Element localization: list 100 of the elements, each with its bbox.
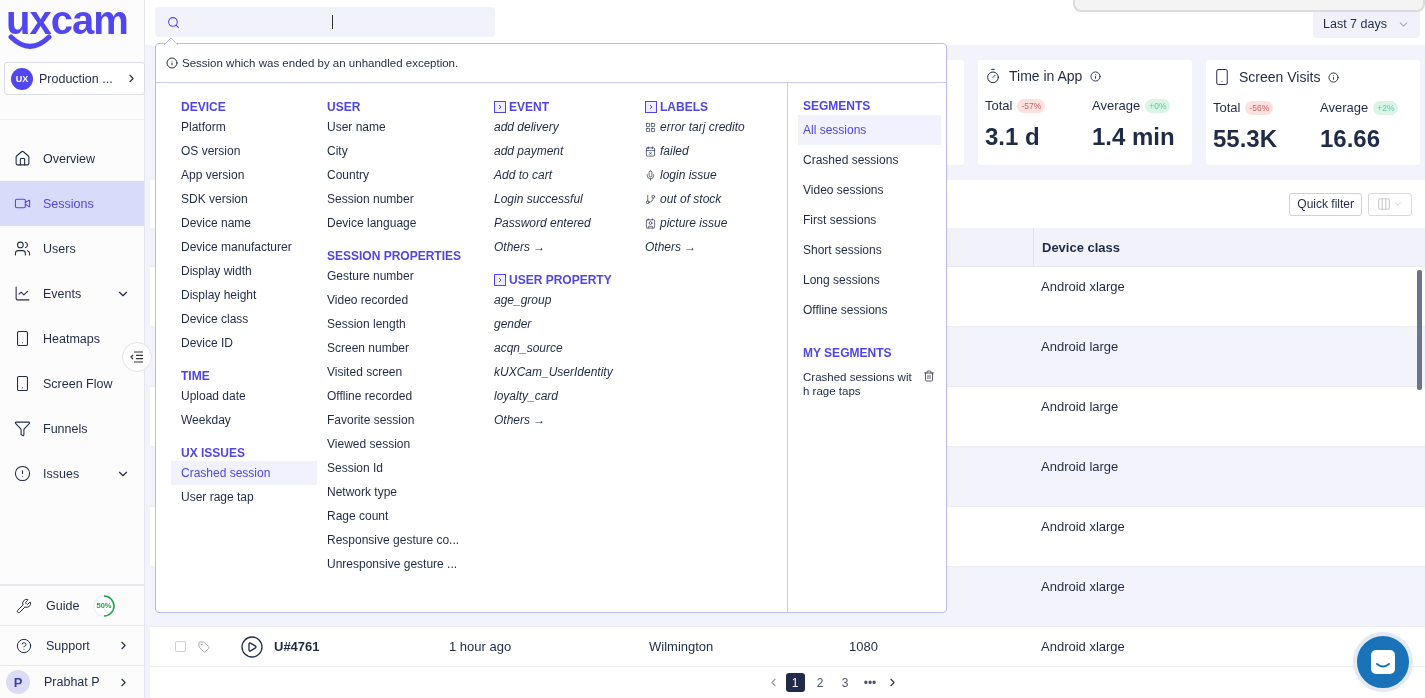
- menu-item[interactable]: Session number: [317, 187, 484, 211]
- menu-item[interactable]: Screen number: [317, 336, 484, 360]
- project-selector[interactable]: UX Production ...: [4, 62, 145, 95]
- nav-item[interactable]: Users: [0, 226, 144, 271]
- menu-item[interactable]: Video recorded: [317, 288, 484, 312]
- menu-item[interactable]: out of stock: [635, 187, 787, 211]
- menu-item[interactable]: login issue: [635, 163, 787, 187]
- guide-link[interactable]: Guide: [46, 598, 82, 613]
- menu-item[interactable]: Login successful: [484, 187, 635, 211]
- smile-icon: [8, 34, 52, 50]
- info-icon[interactable]: [1328, 71, 1340, 83]
- menu-item[interactable]: Crashed session: [171, 461, 317, 485]
- info-icon[interactable]: [1090, 70, 1102, 82]
- menu-item[interactable]: Others →: [484, 408, 635, 432]
- table-cell: U#4761: [274, 639, 320, 654]
- segment-item[interactable]: Short sessions: [798, 235, 941, 265]
- menu-item[interactable]: add delivery: [484, 115, 635, 139]
- segment-item[interactable]: Crashed sessions with rage taps: [803, 370, 917, 398]
- table-cell-text: Android large: [1040, 458, 1120, 474]
- menu-item[interactable]: Add to cart: [484, 163, 635, 187]
- menu-item[interactable]: Favorite session: [317, 408, 484, 432]
- nav-icon: [14, 420, 31, 437]
- row-checkbox[interactable]: [175, 641, 186, 652]
- nav-item[interactable]: Sessions: [0, 181, 144, 226]
- menu-item[interactable]: kUXCam_UserIdentity: [484, 360, 635, 384]
- menu-item[interactable]: Device manufacturer: [171, 235, 317, 259]
- segment-item[interactable]: Offline sessions: [798, 295, 941, 325]
- menu-item[interactable]: age_group: [484, 288, 635, 312]
- menu-item[interactable]: failed: [635, 139, 787, 163]
- menu-item[interactable]: Rage count: [317, 504, 484, 528]
- menu-item[interactable]: Platform: [171, 115, 317, 139]
- menu-item[interactable]: Display width: [171, 259, 317, 283]
- search-field[interactable]: [155, 7, 495, 37]
- page-button[interactable]: 1: [785, 673, 805, 692]
- date-range-dropdown[interactable]: Last 7 days: [1313, 10, 1420, 38]
- column-header[interactable]: Device class: [1033, 228, 1425, 266]
- menu-item[interactable]: Country: [317, 163, 484, 187]
- scrollbar-thumb[interactable]: [1417, 270, 1422, 390]
- menu-item[interactable]: add payment: [484, 139, 635, 163]
- menu-item[interactable]: User rage tap: [171, 485, 317, 509]
- page-button[interactable]: •••: [860, 673, 880, 692]
- menu-item[interactable]: gender: [484, 312, 635, 336]
- menu-item[interactable]: Responsive gesture co...: [317, 528, 484, 552]
- menu-item[interactable]: picture issue: [635, 211, 787, 235]
- info-icon: [166, 57, 178, 69]
- menu-item[interactable]: loyalty_card: [484, 384, 635, 408]
- nav-label: Screen Flow: [43, 376, 114, 391]
- segment-item[interactable]: All sessions: [798, 115, 941, 145]
- segment-item[interactable]: Long sessions: [798, 265, 941, 295]
- menu-item[interactable]: Weekday: [171, 408, 317, 432]
- page-button[interactable]: 2: [810, 673, 830, 692]
- menu-item[interactable]: error tarj credito: [635, 115, 787, 139]
- chat-icon: [1370, 649, 1396, 675]
- user-menu[interactable]: P Prabhat P: [0, 666, 144, 698]
- menu-item[interactable]: Upload date: [171, 384, 317, 408]
- menu-item[interactable]: Device ID: [171, 331, 317, 355]
- menu-item[interactable]: Others →: [484, 235, 635, 259]
- collapse-sidebar-button[interactable]: [122, 342, 152, 372]
- menu-item[interactable]: Offline recorded: [317, 384, 484, 408]
- quick-filter-button[interactable]: Quick filter: [1289, 192, 1362, 216]
- segment-item[interactable]: Crashed sessions: [798, 145, 941, 175]
- nav-item[interactable]: Heatmaps: [0, 316, 144, 361]
- nav-item[interactable]: Funnels: [0, 406, 144, 451]
- page-button[interactable]: 3: [835, 673, 855, 692]
- menu-item[interactable]: Visited screen: [317, 360, 484, 384]
- chat-button[interactable]: [1353, 632, 1413, 692]
- segment-item[interactable]: First sessions: [798, 205, 941, 235]
- logo-text: uxcam: [6, 0, 128, 40]
- menu-item[interactable]: City: [317, 139, 484, 163]
- nav-label: Issues: [43, 466, 81, 481]
- menu-item[interactable]: Session Id: [317, 456, 484, 480]
- menu-item[interactable]: Device language: [317, 211, 484, 235]
- play-icon[interactable]: [240, 634, 264, 659]
- menu-item[interactable]: Display height: [171, 283, 317, 307]
- menu-item[interactable]: Device name: [171, 211, 317, 235]
- menu-item[interactable]: Session length: [317, 312, 484, 336]
- support-menu[interactable]: Support: [0, 626, 144, 666]
- segment-item[interactable]: Video sessions: [798, 175, 941, 205]
- menu-item[interactable]: SDK version: [171, 187, 317, 211]
- nav-item[interactable]: Events: [0, 271, 144, 316]
- label-icon: [645, 121, 656, 133]
- menu-item[interactable]: App version: [171, 163, 317, 187]
- nav-item[interactable]: Issues: [0, 451, 144, 496]
- menu-item[interactable]: Others →: [635, 235, 787, 259]
- nav-item[interactable]: Overview: [0, 136, 144, 181]
- menu-item[interactable]: Network type: [317, 480, 484, 504]
- delete-icon[interactable]: [923, 370, 935, 382]
- menu-item[interactable]: Unresponsive gesture ...: [317, 552, 484, 576]
- columns-icon: [1377, 197, 1391, 211]
- nav-item[interactable]: Screen Flow: [0, 361, 144, 406]
- menu-item[interactable]: acqn_source: [484, 336, 635, 360]
- menu-item[interactable]: Viewed session: [317, 432, 484, 456]
- menu-item[interactable]: Password entered: [484, 211, 635, 235]
- group-title: TIME: [181, 369, 210, 383]
- menu-item[interactable]: OS version: [171, 139, 317, 163]
- group-title: DEVICE: [181, 100, 226, 114]
- menu-item[interactable]: Gesture number: [317, 264, 484, 288]
- table-cell-text: Android large: [1040, 398, 1120, 414]
- menu-item[interactable]: Device class: [171, 307, 317, 331]
- menu-item[interactable]: User name: [317, 115, 484, 139]
